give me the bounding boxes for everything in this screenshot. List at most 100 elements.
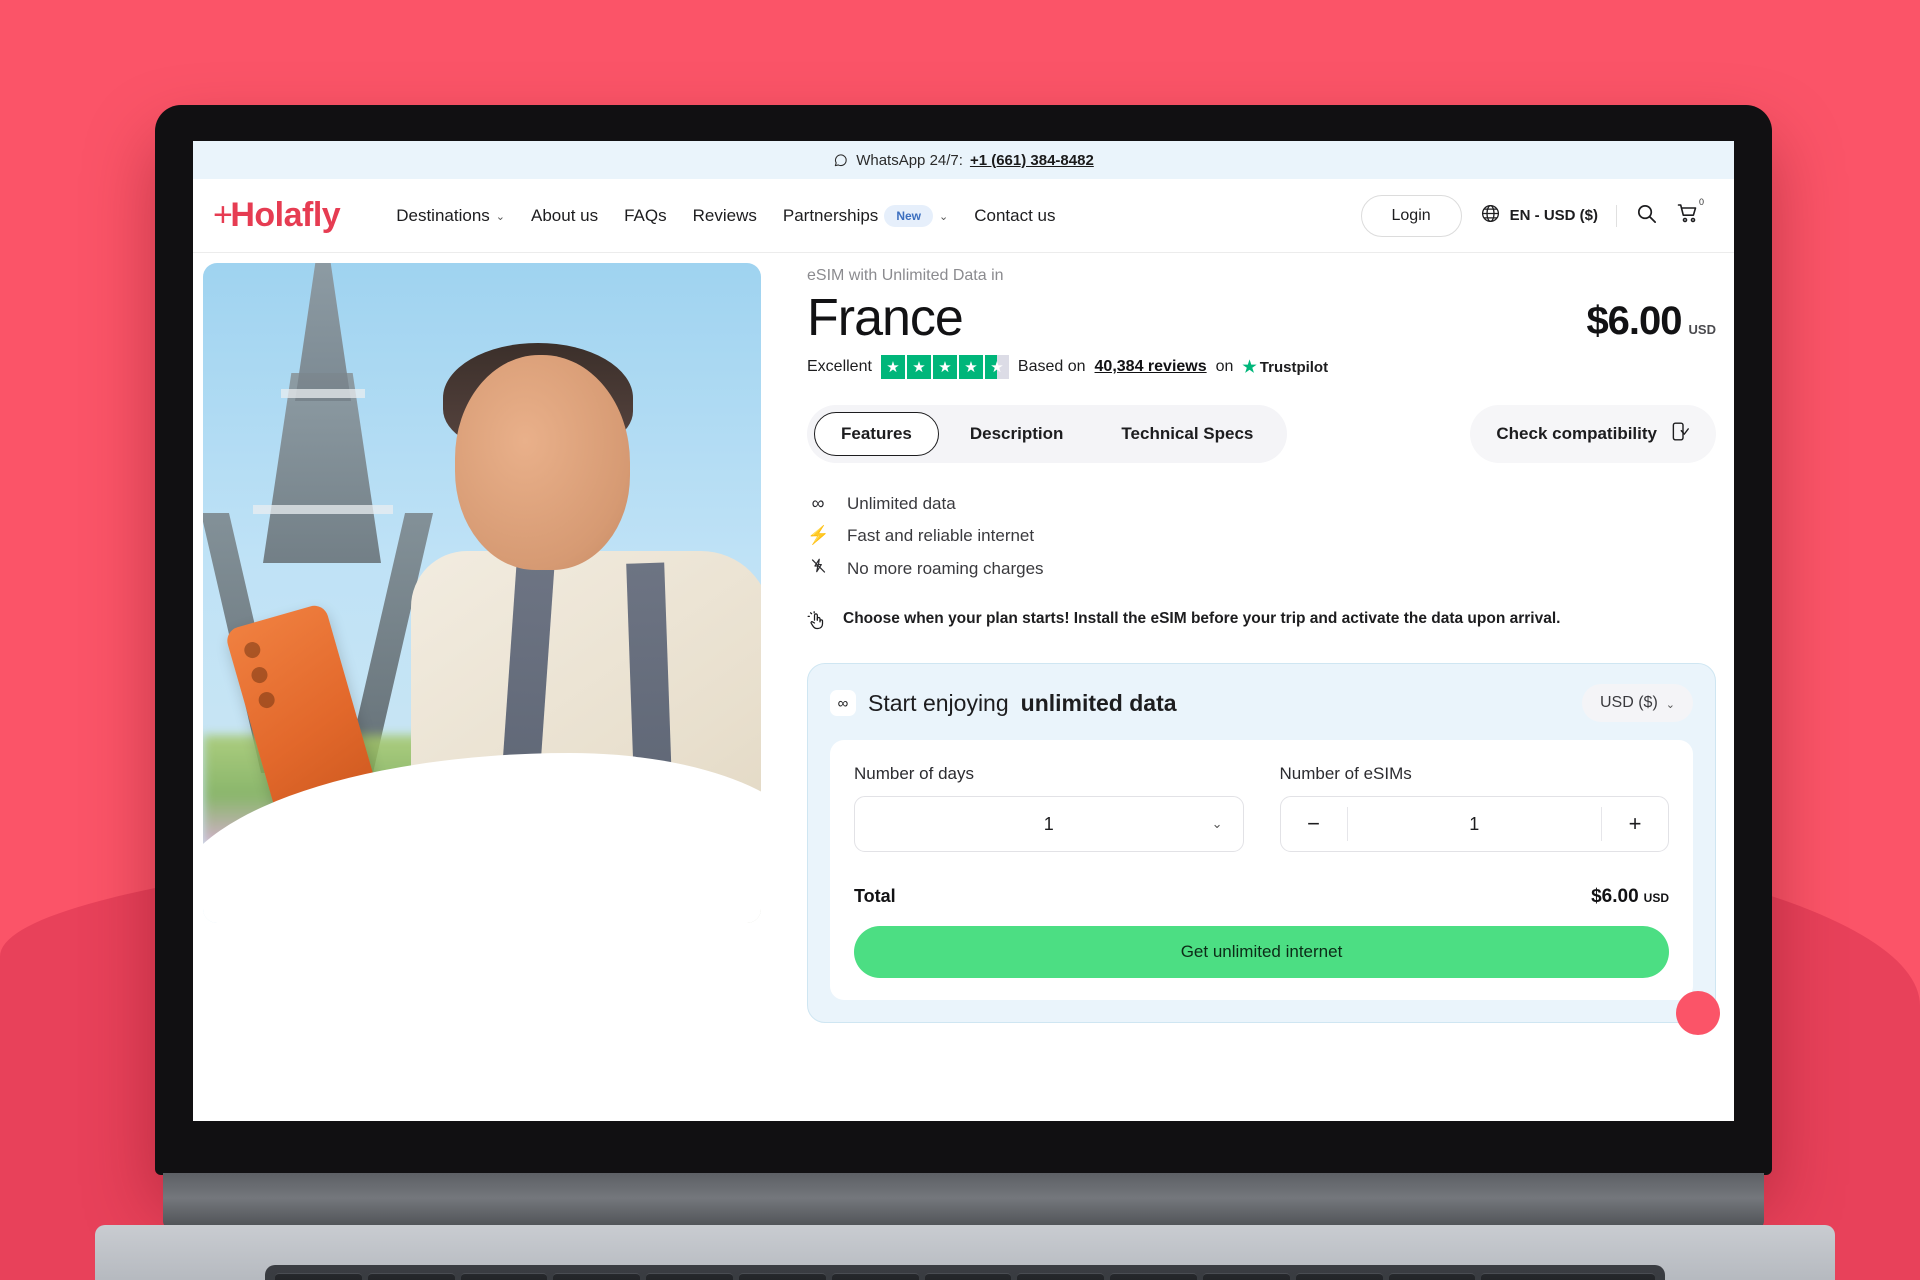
nav-item-about-us[interactable]: About us (531, 206, 598, 226)
shopping-cart-icon (1676, 201, 1700, 230)
purchase-title-bold: unlimited data (1020, 689, 1177, 716)
phone-camera-lens (256, 690, 277, 710)
key: _ (1295, 1273, 1383, 1280)
nav-item-partnerships[interactable]: Partnerships New ⌄ (783, 204, 949, 227)
feature-label: No more roaming charges (847, 558, 1044, 578)
feature-item: No more roaming charges (807, 557, 1734, 580)
key: ) (1202, 1273, 1290, 1280)
tab-technical-specs[interactable]: Technical Specs (1094, 412, 1280, 456)
key: del (1481, 1273, 1655, 1280)
tab-features[interactable]: Features (814, 412, 939, 457)
key: ( (1110, 1273, 1197, 1280)
purchase-card-header: ∞ Start enjoying unlimited data USD ($) … (830, 684, 1693, 723)
hand-tap-icon (807, 610, 827, 637)
days-select[interactable]: 1 ⌄ (854, 796, 1244, 853)
whatsapp-banner: WhatsApp 24/7: +1 (661) 384-8482 (193, 141, 1734, 179)
days-value: 1 (1043, 813, 1054, 834)
plan-start-notice: Choose when your plan starts! Install th… (807, 610, 1734, 637)
chat-widget-bubble[interactable] (1676, 991, 1720, 1035)
total-label: Total (854, 886, 896, 907)
laptop-hinge (163, 1173, 1764, 1229)
nav-label: Reviews (692, 205, 757, 225)
key: + (1388, 1273, 1476, 1280)
key: # (553, 1273, 641, 1280)
nav-item-contact-us[interactable]: Contact us (974, 206, 1055, 226)
total-row: Total $6.00 USD (854, 886, 1669, 908)
login-button[interactable]: Login (1360, 194, 1462, 237)
nav-label: About us (531, 205, 599, 225)
whatsapp-phone-link[interactable]: +1 (661) 384-8482 (970, 152, 1094, 169)
trustpilot-rating: Excellent ★ ★ ★ ★ ★ Based on 40,384 revi… (807, 355, 1734, 380)
on-label: on (1215, 358, 1234, 376)
cart-count-badge: 0 (1698, 197, 1704, 207)
whatsapp-icon (833, 152, 849, 168)
esims-field: Number of eSIMs − 1 + (1279, 764, 1669, 853)
phone-camera-lens (242, 640, 263, 660)
product-tabs: Features Description Technical Specs (807, 405, 1288, 464)
chevron-down-icon: ⌄ (1665, 698, 1675, 711)
infinity-icon: ∞ (830, 690, 856, 717)
laptop-base: esc!@#$%^&*()_+del tabQWERTYUIOP{} capsA… (95, 1225, 1835, 1280)
purchase-card-title: ∞ Start enjoying unlimited data (830, 690, 1177, 717)
nav-label: Contact us (974, 205, 1056, 225)
nav-item-reviews[interactable]: Reviews (693, 206, 757, 226)
star-icon: ★ (932, 355, 957, 380)
tower-midsection (263, 373, 381, 563)
infinity-icon: ∞ (811, 493, 825, 514)
star-icon: ★ (958, 355, 983, 380)
purchase-card: ∞ Start enjoying unlimited data USD ($) … (807, 663, 1716, 1024)
nav-item-faqs[interactable]: FAQs (624, 206, 667, 226)
days-field: Number of days 1 ⌄ (854, 764, 1244, 853)
reviews-count-link[interactable]: 40,384 reviews (1095, 358, 1207, 376)
trustpilot-star-icon: ★ (1242, 359, 1257, 377)
main-navbar: + Holafly Destinations ⌄ About us FAQs R… (193, 179, 1734, 253)
esims-label: Number of eSIMs (1279, 764, 1412, 784)
globe-icon (1480, 203, 1501, 228)
check-compatibility-button[interactable]: Check compatibility (1470, 405, 1716, 464)
language-currency-selector[interactable]: EN - USD ($) (1480, 203, 1598, 228)
screenshot-stage: WhatsApp 24/7: +1 (661) 384-8482 + Holafl… (0, 0, 1920, 1280)
get-unlimited-internet-button[interactable]: Get unlimited internet (854, 926, 1669, 979)
decrement-button[interactable]: − (1281, 811, 1347, 837)
feature-label: Unlimited data (847, 493, 956, 513)
laptop-mockup: WhatsApp 24/7: +1 (661) 384-8482 + Holafl… (95, 105, 1835, 1280)
nav-divider (1616, 204, 1617, 227)
cart-button[interactable]: 0 (1676, 197, 1704, 230)
star-icon: ★ (880, 355, 905, 380)
holafly-logo[interactable]: + Holafly (207, 196, 341, 235)
trustpilot-logo: ★ Trustpilot (1242, 357, 1328, 377)
trustpilot-stars: ★ ★ ★ ★ ★ (880, 355, 1009, 380)
chevron-down-icon: ⌄ (939, 211, 949, 223)
keyboard-row: esc! @ # $% ^&* () _ + del (275, 1273, 1655, 1280)
product-eyebrow: eSIM with Unlimited Data in (807, 267, 1004, 284)
tower-top (295, 263, 351, 401)
phone-camera-lens (249, 665, 270, 685)
features-list: ∞ Unlimited data ⚡ Fast and reliable int… (807, 493, 1734, 580)
total-currency: USD (1643, 891, 1669, 906)
tabs-row: Features Description Technical Specs Che… (807, 405, 1734, 464)
rating-word: Excellent (807, 358, 872, 376)
key: esc (275, 1273, 362, 1280)
tab-description[interactable]: Description (943, 412, 1091, 456)
star-icon: ★ (906, 355, 931, 380)
search-button[interactable] (1635, 202, 1658, 230)
new-badge: New (884, 204, 933, 227)
nav-item-destinations[interactable]: Destinations ⌄ (396, 206, 505, 226)
purchase-fields: Number of days 1 ⌄ Number of eSIMs − 1 + (854, 764, 1669, 853)
increment-button[interactable]: + (1602, 811, 1668, 837)
nav-links: Destinations ⌄ About us FAQs Reviews Par… (396, 204, 1055, 227)
currency-selector[interactable]: USD ($) ⌄ (1582, 684, 1693, 723)
esims-stepper: − 1 + (1279, 796, 1669, 853)
notice-text: Choose when your plan starts! Install th… (843, 610, 1561, 628)
nav-right-actions: Login EN - USD ($) 0 (1360, 194, 1704, 237)
hero-column (193, 253, 761, 1121)
key: & (924, 1273, 1012, 1280)
tower-band (281, 389, 365, 398)
nav-label: FAQs (624, 205, 667, 225)
logo-text: Holafly (230, 196, 341, 234)
title-row: France $6.00 USD (807, 290, 1734, 346)
price-block: $6.00 USD (1586, 291, 1734, 344)
key: ! (367, 1273, 455, 1280)
esims-value: 1 (1469, 813, 1480, 834)
based-on-label: Based on (1017, 358, 1086, 376)
